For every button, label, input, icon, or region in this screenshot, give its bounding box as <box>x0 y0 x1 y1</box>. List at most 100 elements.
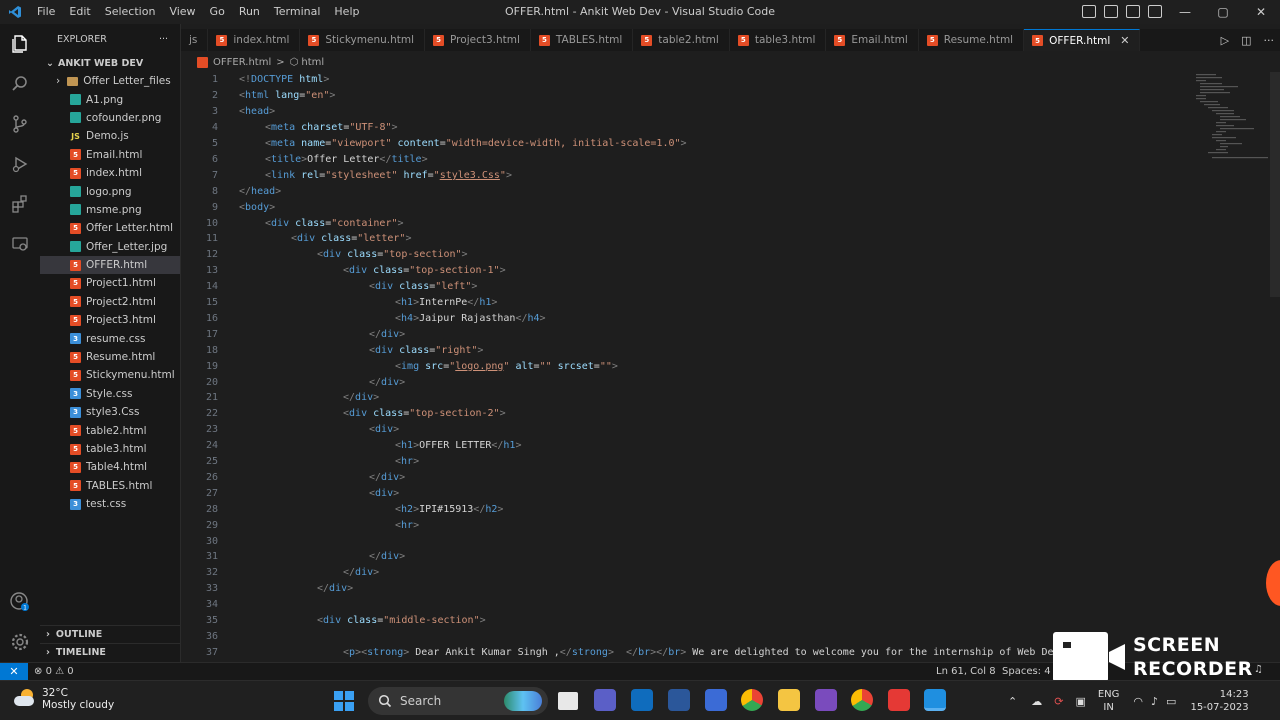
language-indicator[interactable]: ENG IN <box>1098 688 1120 714</box>
explorer-file-item[interactable]: 5 TABLES.html <box>40 477 180 495</box>
toggle-panel-icon[interactable] <box>1104 5 1118 18</box>
app-icon[interactable] <box>815 689 837 711</box>
explorer-file-item[interactable]: 5 table2.html <box>40 421 180 439</box>
indentation[interactable]: Spaces: 4 <box>996 666 1057 677</box>
minimap[interactable] <box>1192 72 1270 162</box>
timeline-section[interactable]: › TIMELINE <box>40 643 181 661</box>
teams-icon[interactable] <box>594 689 616 711</box>
customize-layout-icon[interactable] <box>1148 5 1162 18</box>
explorer-icon[interactable] <box>0 24 40 64</box>
battery-icon[interactable]: ▭ <box>1166 695 1176 708</box>
breadcrumb-node[interactable]: html <box>301 57 324 68</box>
file-explorer-icon[interactable] <box>778 689 800 711</box>
problems-indicator[interactable]: ⊗ 0 ⚠ 0 <box>28 666 80 677</box>
chevron-up-icon[interactable]: ⌃ <box>1008 695 1017 708</box>
edit-app-icon[interactable] <box>668 689 690 711</box>
editor-tab[interactable]: 5 OFFER.html ✕ <box>1024 29 1141 51</box>
explorer-file-item[interactable]: 5 Offer Letter.html <box>40 219 180 237</box>
code-token: InternPe <box>419 297 468 309</box>
menu-view[interactable]: View <box>162 0 202 24</box>
editor-tab[interactable]: js <box>181 29 209 51</box>
explorer-file-item[interactable]: logo.png <box>40 182 180 200</box>
explorer-file-item[interactable]: JS Demo.js <box>40 127 180 145</box>
source-control-icon[interactable] <box>0 104 40 144</box>
menu-go[interactable]: Go <box>203 0 232 24</box>
editor-tab[interactable]: 5 table3.html <box>730 29 827 51</box>
explorer-file-item[interactable]: 5 OFFER.html <box>40 255 180 275</box>
explorer-file-item[interactable]: 5 Email.html <box>40 146 180 164</box>
chrome-profile-icon[interactable] <box>851 689 873 711</box>
explorer-file-item[interactable]: 5 Project3.html <box>40 311 180 329</box>
weather-widget[interactable]: 32°C Mostly cloudy <box>14 687 114 711</box>
menu-help[interactable]: Help <box>327 0 366 24</box>
minimize-button[interactable]: — <box>1166 0 1204 24</box>
vscode-taskbar-icon[interactable] <box>924 689 946 711</box>
explorer-file-item[interactable]: › Offer Letter_files <box>40 72 180 90</box>
recorder-app-icon[interactable] <box>888 689 910 711</box>
explorer-file-item[interactable]: 3 resume.css <box>40 329 180 347</box>
extensions-icon[interactable] <box>0 184 40 224</box>
close-window-button[interactable]: ✕ <box>1242 0 1280 24</box>
menu-file[interactable]: File <box>30 0 62 24</box>
wifi-icon[interactable]: ◠ <box>1133 695 1143 708</box>
explorer-file-item[interactable]: 5 Stickymenu.html <box>40 366 180 384</box>
maximize-button[interactable]: ▢ <box>1204 0 1242 24</box>
chrome-icon[interactable] <box>741 689 763 711</box>
workspace-root[interactable]: ⌄ ANKIT WEB DEV <box>40 54 180 72</box>
explorer-file-item[interactable]: A1.png <box>40 90 180 108</box>
toggle-secondary-sidebar-icon[interactable] <box>1126 5 1140 18</box>
explorer-file-item[interactable]: 5 Project1.html <box>40 274 180 292</box>
notes-app-icon[interactable] <box>705 689 727 711</box>
explorer-file-item[interactable]: 3 style3.Css <box>40 403 180 421</box>
explorer-file-item[interactable]: 3 Style.css <box>40 385 180 403</box>
editor-tab[interactable]: 5 Project3.html <box>425 29 531 51</box>
more-actions-icon[interactable]: ··· <box>159 34 168 45</box>
explorer-file-item[interactable]: msme.png <box>40 201 180 219</box>
explorer-file-item[interactable]: 5 table3.html <box>40 440 180 458</box>
editor-tab[interactable]: 5 Email.html <box>826 29 919 51</box>
toggle-primary-sidebar-icon[interactable] <box>1082 5 1096 18</box>
windows-start-icon[interactable] <box>334 691 354 711</box>
code-token: div <box>375 487 394 499</box>
explorer-file-item[interactable]: 5 index.html <box>40 164 180 182</box>
explorer-file-item[interactable]: 3 test.css <box>40 495 180 513</box>
explorer-file-item[interactable]: 5 Table4.html <box>40 458 180 476</box>
menu-selection[interactable]: Selection <box>98 0 163 24</box>
explorer-file-item[interactable]: Offer_Letter.jpg <box>40 238 180 256</box>
remote-indicator-icon[interactable]: ✕ <box>0 662 28 681</box>
breadcrumb-file[interactable]: OFFER.html <box>213 57 271 68</box>
menu-edit[interactable]: Edit <box>62 0 97 24</box>
editor-tab[interactable]: 5 index.html <box>208 29 301 51</box>
editor-scrollbar[interactable] <box>1270 72 1280 297</box>
explorer-file-item[interactable]: 5 Resume.html <box>40 348 180 366</box>
clock[interactable]: 14:23 15-07-2023 <box>1190 688 1248 714</box>
remote-explorer-icon[interactable] <box>0 224 40 264</box>
account-icon[interactable]: 1 <box>0 582 40 622</box>
editor-tab[interactable]: 5 TABLES.html <box>531 29 634 51</box>
split-editor-icon[interactable]: ◫ <box>1241 34 1251 47</box>
run-debug-icon[interactable] <box>0 144 40 184</box>
manage-gear-icon[interactable] <box>0 622 40 662</box>
editor-tab[interactable]: 5 Stickymenu.html <box>300 29 426 51</box>
explorer-file-item[interactable]: cofounder.png <box>40 109 180 127</box>
search-icon[interactable] <box>0 64 40 104</box>
sync-icon[interactable]: ⟳ <box>1054 695 1063 708</box>
explorer-file-item[interactable]: 5 Project2.html <box>40 293 180 311</box>
cursor-position[interactable]: Ln 61, Col 8 <box>930 666 1002 677</box>
close-tab-icon[interactable]: ✕ <box>1120 34 1129 47</box>
code-editor[interactable]: 1 <!DOCTYPE html> 2 <html lang="en"> 3 <head>… <box>181 72 1270 660</box>
task-view-icon[interactable] <box>558 692 578 710</box>
editor-tab[interactable]: 5 table2.html <box>633 29 730 51</box>
more-actions-icon[interactable]: ··· <box>1264 34 1275 47</box>
taskbar-search[interactable]: Search <box>368 687 548 715</box>
code-line: 32 </div> <box>181 565 379 581</box>
volume-icon[interactable]: ♪ <box>1151 695 1158 708</box>
run-icon[interactable]: ▷ <box>1221 34 1229 47</box>
menu-run[interactable]: Run <box>232 0 267 24</box>
mail-icon[interactable] <box>631 689 653 711</box>
app-tray-icon[interactable]: ▣ <box>1075 695 1085 708</box>
editor-tab[interactable]: 5 Resume.html <box>919 29 1025 51</box>
onedrive-cloud-icon[interactable]: ☁ <box>1031 695 1042 708</box>
outline-section[interactable]: › OUTLINE <box>40 625 181 643</box>
menu-terminal[interactable]: Terminal <box>267 0 328 24</box>
